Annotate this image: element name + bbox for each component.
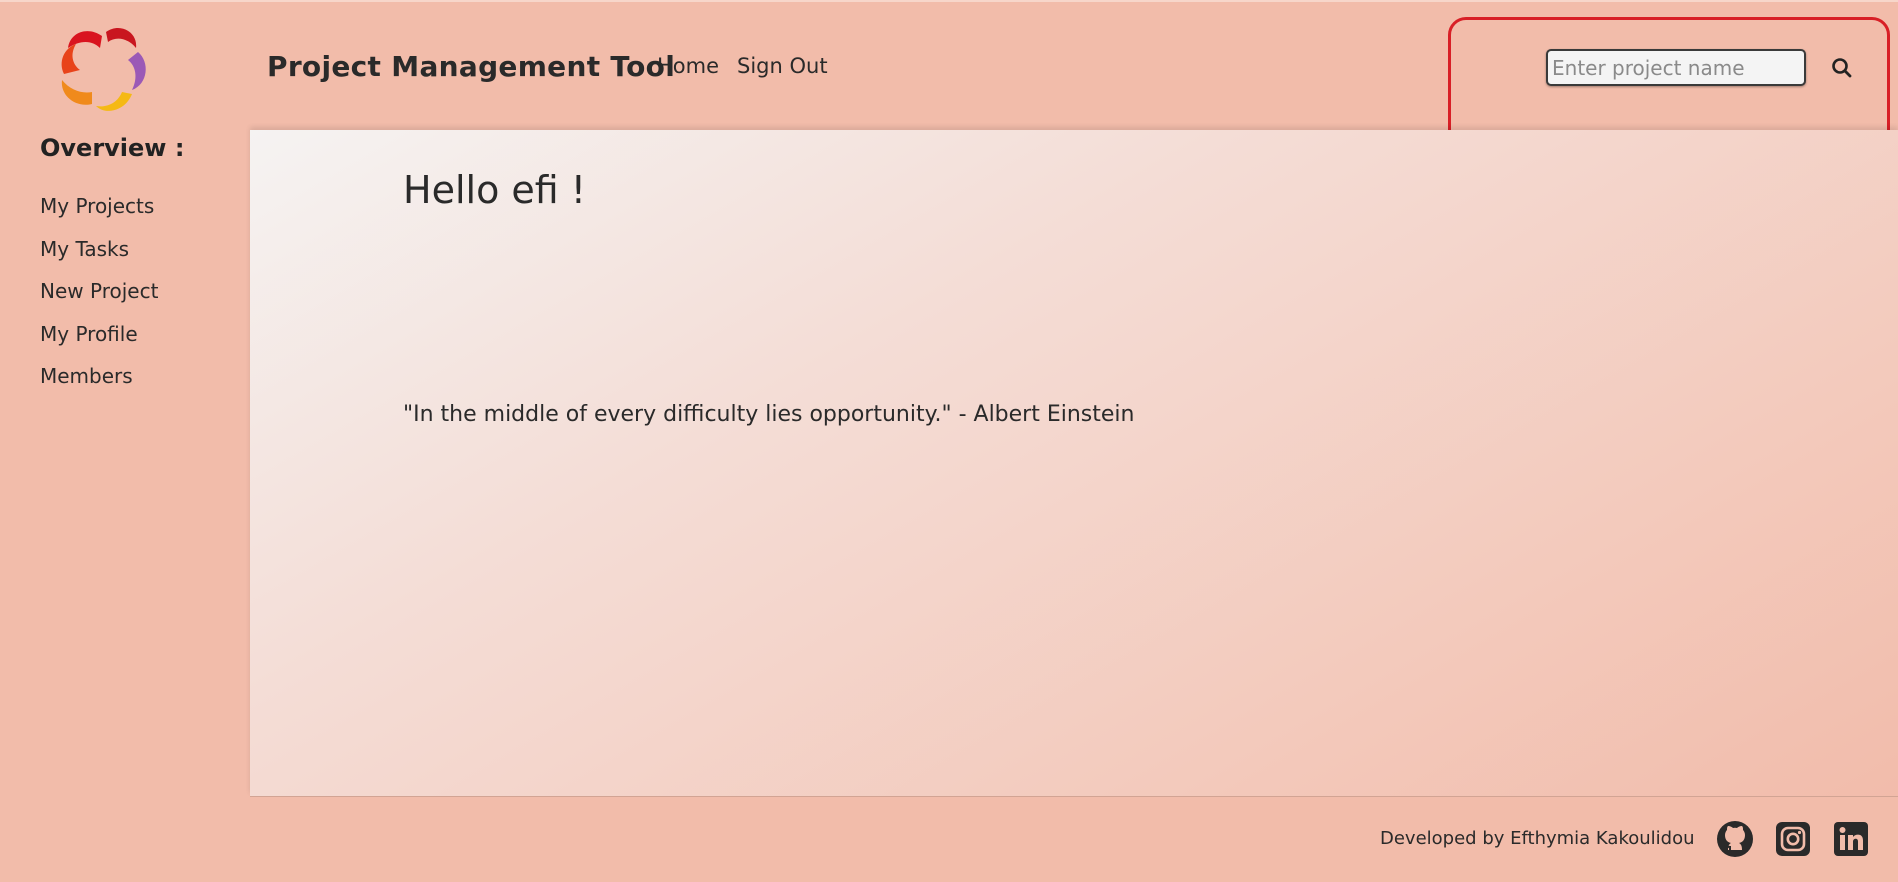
linkedin-icon[interactable] [1832, 820, 1870, 858]
app-window: Project Management Tool Home Sign Out Ov… [0, 0, 1898, 882]
sidebar-heading: Overview : [40, 134, 185, 162]
quote-text: "In the middle of every difficulty lies … [403, 402, 1135, 427]
nav-home-link[interactable]: Home [657, 54, 719, 78]
app-logo [61, 27, 146, 111]
project-search-input[interactable] [1546, 49, 1806, 86]
sidebar-item-my-profile[interactable]: My Profile [40, 322, 138, 346]
sidebar-item-members[interactable]: Members [40, 364, 133, 388]
instagram-icon[interactable] [1774, 820, 1812, 858]
footer-credit: Developed by Efthymia Kakoulidou [1380, 828, 1695, 849]
main-content-panel: Hello efi ! "In the middle of every diff… [250, 130, 1898, 796]
search-icon[interactable] [1828, 54, 1856, 82]
sidebar-item-new-project[interactable]: New Project [40, 279, 158, 303]
app-title: Project Management Tool [267, 50, 676, 83]
github-icon[interactable] [1716, 820, 1754, 858]
sidebar-item-my-tasks[interactable]: My Tasks [40, 237, 129, 261]
nav-sign-out-link[interactable]: Sign Out [737, 54, 828, 78]
sidebar-item-my-projects[interactable]: My Projects [40, 194, 154, 218]
greeting-heading: Hello efi ! [403, 168, 587, 212]
